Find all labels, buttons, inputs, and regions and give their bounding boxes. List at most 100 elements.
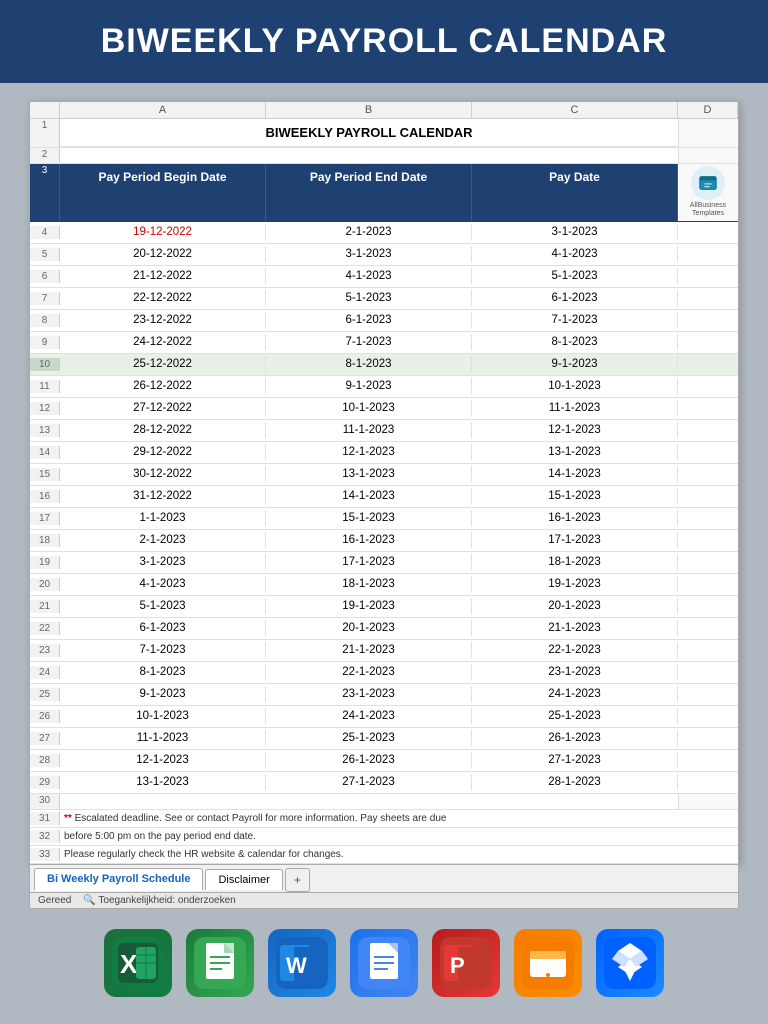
begin-date-cell: 21-12-2022 <box>60 268 266 284</box>
end-date-cell: 20-1-2023 <box>266 620 472 636</box>
pay-date-cell: 13-1-2023 <box>472 444 678 460</box>
end-date-cell: 4-1-2023 <box>266 268 472 284</box>
row-num: 28 <box>30 754 60 767</box>
table-row: 6 21-12-2022 4-1-2023 5-1-2023 <box>30 266 738 288</box>
table-row: 12 27-12-2022 10-1-2023 11-1-2023 <box>30 398 738 420</box>
table-row: 8 23-12-2022 6-1-2023 7-1-2023 <box>30 310 738 332</box>
end-date-cell: 12-1-2023 <box>266 444 472 460</box>
end-date-cell: 10-1-2023 <box>266 400 472 416</box>
table-row: 20 4-1-2023 18-1-2023 19-1-2023 <box>30 574 738 596</box>
end-date-cell: 27-1-2023 <box>266 774 472 790</box>
notes-rows: 31 ** Escalated deadline. See or contact… <box>30 810 738 864</box>
row-2: 2 <box>30 148 738 164</box>
begin-date-cell: 6-1-2023 <box>60 620 266 636</box>
tab-disclaimer[interactable]: Disclaimer <box>205 869 282 890</box>
begin-date-cell: 4-1-2023 <box>60 576 266 592</box>
row-num: 21 <box>30 600 60 613</box>
pay-date-cell: 24-1-2023 <box>472 686 678 702</box>
pay-date-cell: 18-1-2023 <box>472 554 678 570</box>
table-row: 11 26-12-2022 9-1-2023 10-1-2023 <box>30 376 738 398</box>
end-date-cell: 21-1-2023 <box>266 642 472 658</box>
table-row: 9 24-12-2022 7-1-2023 8-1-2023 <box>30 332 738 354</box>
row-num: 15 <box>30 468 60 481</box>
slides-icon[interactable] <box>514 929 582 997</box>
pay-date-cell: 22-1-2023 <box>472 642 678 658</box>
begin-date-cell: 29-12-2022 <box>60 444 266 460</box>
col-header-c: C <box>472 102 678 118</box>
end-date-cell: 8-1-2023 <box>266 356 472 372</box>
table-row: 15 30-12-2022 13-1-2023 14-1-2023 <box>30 464 738 486</box>
table-row: 4 19-12-2022 2-1-2023 3-1-2023 <box>30 222 738 244</box>
col-b-header: Pay Period End Date <box>266 164 472 221</box>
pay-date-cell: 27-1-2023 <box>472 752 678 768</box>
svg-text:P: P <box>450 953 465 978</box>
row-2-num: 2 <box>30 148 60 163</box>
end-date-cell: 22-1-2023 <box>266 664 472 680</box>
begin-date-cell: 24-12-2022 <box>60 334 266 350</box>
notes-row: 33 Please regularly check the HR website… <box>30 846 738 864</box>
column-headers: A B C D <box>30 102 738 119</box>
pay-date-cell: 8-1-2023 <box>472 334 678 350</box>
begin-date-cell: 31-12-2022 <box>60 488 266 504</box>
table-row: 7 22-12-2022 5-1-2023 6-1-2023 <box>30 288 738 310</box>
row-num: 26 <box>30 710 60 723</box>
row-num: 23 <box>30 644 60 657</box>
notes-row: 31 ** Escalated deadline. See or contact… <box>30 810 738 828</box>
begin-date-cell: 23-12-2022 <box>60 312 266 328</box>
docs-icon[interactable] <box>350 929 418 997</box>
pay-date-cell: 26-1-2023 <box>472 730 678 746</box>
row-num: 29 <box>30 776 60 789</box>
row-3-num: 3 <box>30 164 60 221</box>
pay-date-cell: 28-1-2023 <box>472 774 678 790</box>
note-row-num: 33 <box>30 848 60 861</box>
end-date-cell: 2-1-2023 <box>266 224 472 240</box>
col-header-b: B <box>266 102 472 118</box>
excel-icon[interactable]: X <box>104 929 172 997</box>
col-header-a: A <box>60 102 266 118</box>
end-date-cell: 15-1-2023 <box>266 510 472 526</box>
end-date-cell: 11-1-2023 <box>266 422 472 438</box>
begin-date-cell: 30-12-2022 <box>60 466 266 482</box>
note-cell: Please regularly check the HR website & … <box>60 847 738 862</box>
end-date-cell: 5-1-2023 <box>266 290 472 306</box>
spreadsheet-title: BIWEEKLY PAYROLL CALENDAR <box>60 119 678 147</box>
end-date-cell: 23-1-2023 <box>266 686 472 702</box>
note-row-num: 31 <box>30 812 60 825</box>
powerpoint-icon[interactable]: P <box>432 929 500 997</box>
table-row: 23 7-1-2023 21-1-2023 22-1-2023 <box>30 640 738 662</box>
table-row: 24 8-1-2023 22-1-2023 23-1-2023 <box>30 662 738 684</box>
begin-date-cell: 22-12-2022 <box>60 290 266 306</box>
svg-text:W: W <box>286 953 307 978</box>
tab-bar: Bi Weekly Payroll Schedule Disclaimer + <box>29 865 739 893</box>
pay-date-cell: 5-1-2023 <box>472 268 678 284</box>
pay-date-cell: 4-1-2023 <box>472 246 678 262</box>
end-date-cell: 19-1-2023 <box>266 598 472 614</box>
table-row: 18 2-1-2023 16-1-2023 17-1-2023 <box>30 530 738 552</box>
begin-date-cell: 19-12-2022 <box>60 224 266 240</box>
begin-date-cell: 3-1-2023 <box>60 554 266 570</box>
end-date-cell: 16-1-2023 <box>266 532 472 548</box>
col-c-header: Pay Date <box>472 164 678 221</box>
status-ready: Gereed <box>38 895 71 906</box>
sheets-icon[interactable] <box>186 929 254 997</box>
table-row: 17 1-1-2023 15-1-2023 16-1-2023 <box>30 508 738 530</box>
tab-add-button[interactable]: + <box>285 868 310 892</box>
pay-date-cell: 11-1-2023 <box>472 400 678 416</box>
table-row: 5 20-12-2022 3-1-2023 4-1-2023 <box>30 244 738 266</box>
begin-date-cell: 7-1-2023 <box>60 642 266 658</box>
logo-circle <box>691 166 725 200</box>
word-icon[interactable]: W <box>268 929 336 997</box>
row-30-num: 30 <box>30 794 60 809</box>
end-date-cell: 18-1-2023 <box>266 576 472 592</box>
end-date-cell: 25-1-2023 <box>266 730 472 746</box>
row-num: 5 <box>30 248 60 261</box>
begin-date-cell: 25-12-2022 <box>60 356 266 372</box>
top-header: BIWEEKLY PAYROLL CALENDAR <box>0 0 768 83</box>
title-row: 1 BIWEEKLY PAYROLL CALENDAR <box>30 119 738 148</box>
tab-biweekly[interactable]: Bi Weekly Payroll Schedule <box>34 868 203 891</box>
end-date-cell: 9-1-2023 <box>266 378 472 394</box>
begin-date-cell: 27-12-2022 <box>60 400 266 416</box>
dropbox-icon[interactable] <box>596 929 664 997</box>
table-row: 19 3-1-2023 17-1-2023 18-1-2023 <box>30 552 738 574</box>
pay-date-cell: 17-1-2023 <box>472 532 678 548</box>
